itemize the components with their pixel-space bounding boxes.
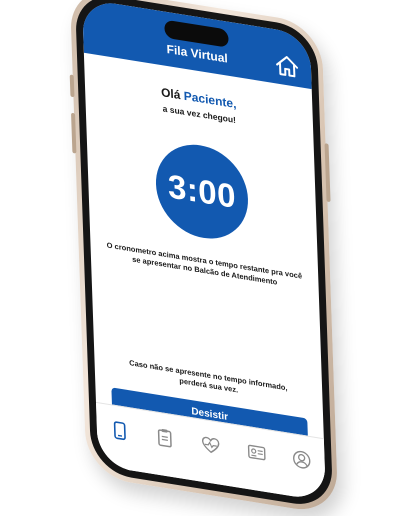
phone-mockup: Fila Virtual Olá Paciente, a sua vez che… (69, 0, 339, 516)
id-card-icon (247, 444, 266, 461)
volume-button (71, 112, 77, 154)
app-screen: Fila Virtual Olá Paciente, a sua vez che… (81, 0, 327, 502)
clipboard-icon (158, 429, 173, 448)
power-button (324, 143, 331, 203)
tab-health[interactable] (195, 429, 226, 462)
heart-pulse-icon (201, 436, 220, 454)
phone-icon (113, 421, 126, 441)
tab-records[interactable] (150, 421, 181, 454)
info-text: O cronometro acima mostra o tempo restan… (106, 240, 303, 287)
timer-value: 3:00 (167, 167, 237, 216)
phone-bezel: Fila Virtual Olá Paciente, a sua vez che… (74, 0, 334, 510)
action-button (69, 74, 75, 98)
tab-profile[interactable] (286, 443, 317, 476)
tab-card[interactable] (241, 436, 272, 469)
countdown-timer: 3:00 (154, 138, 250, 246)
greeting-hello: Olá (160, 85, 181, 103)
home-button[interactable] (275, 53, 300, 79)
tab-queue[interactable] (104, 414, 135, 447)
top-bar: Fila Virtual (81, 0, 312, 90)
home-icon (276, 56, 299, 78)
user-icon (293, 450, 311, 469)
